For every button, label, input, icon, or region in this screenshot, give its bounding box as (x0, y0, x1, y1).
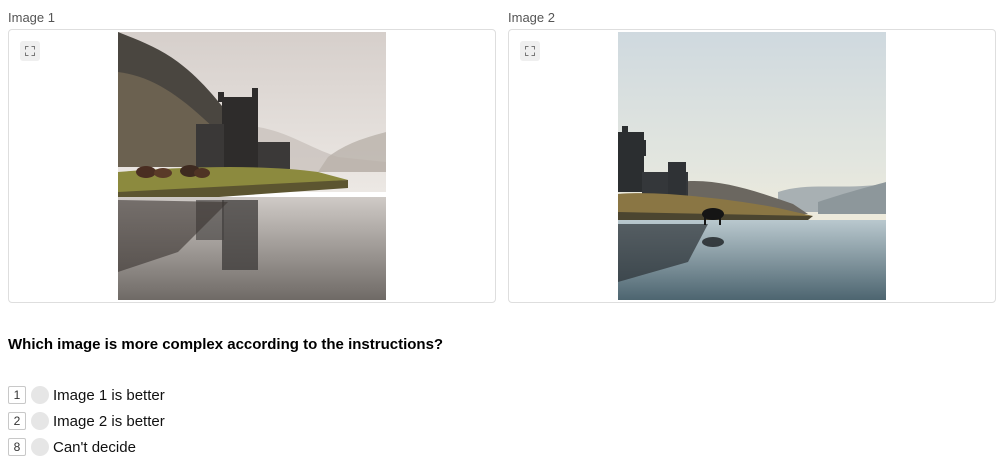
image-2-photo (618, 32, 886, 300)
radio-button[interactable] (31, 412, 49, 430)
radio-button[interactable] (31, 386, 49, 404)
option-image-1-better[interactable]: 1 Image 1 is better (8, 385, 165, 405)
image-2-panel (508, 29, 996, 303)
image-2-expand-button[interactable] (520, 41, 540, 61)
option-cant-decide[interactable]: 8 Can't decide (8, 437, 136, 457)
image-2-label: Image 2 (508, 10, 555, 25)
image-1-panel (8, 29, 496, 303)
radio-button[interactable] (31, 438, 49, 456)
hotkey-badge: 8 (8, 438, 26, 456)
expand-icon (25, 46, 35, 56)
image-1-photo (118, 32, 386, 300)
image-1-expand-button[interactable] (20, 41, 40, 61)
option-label[interactable]: Image 2 is better (53, 413, 165, 430)
image-1-label: Image 1 (8, 10, 55, 25)
option-label[interactable]: Can't decide (53, 439, 136, 456)
option-image-2-better[interactable]: 2 Image 2 is better (8, 411, 165, 431)
hotkey-badge: 2 (8, 412, 26, 430)
hotkey-badge: 1 (8, 386, 26, 404)
option-label[interactable]: Image 1 is better (53, 387, 165, 404)
expand-icon (525, 46, 535, 56)
question-text: Which image is more complex according to… (8, 336, 444, 353)
